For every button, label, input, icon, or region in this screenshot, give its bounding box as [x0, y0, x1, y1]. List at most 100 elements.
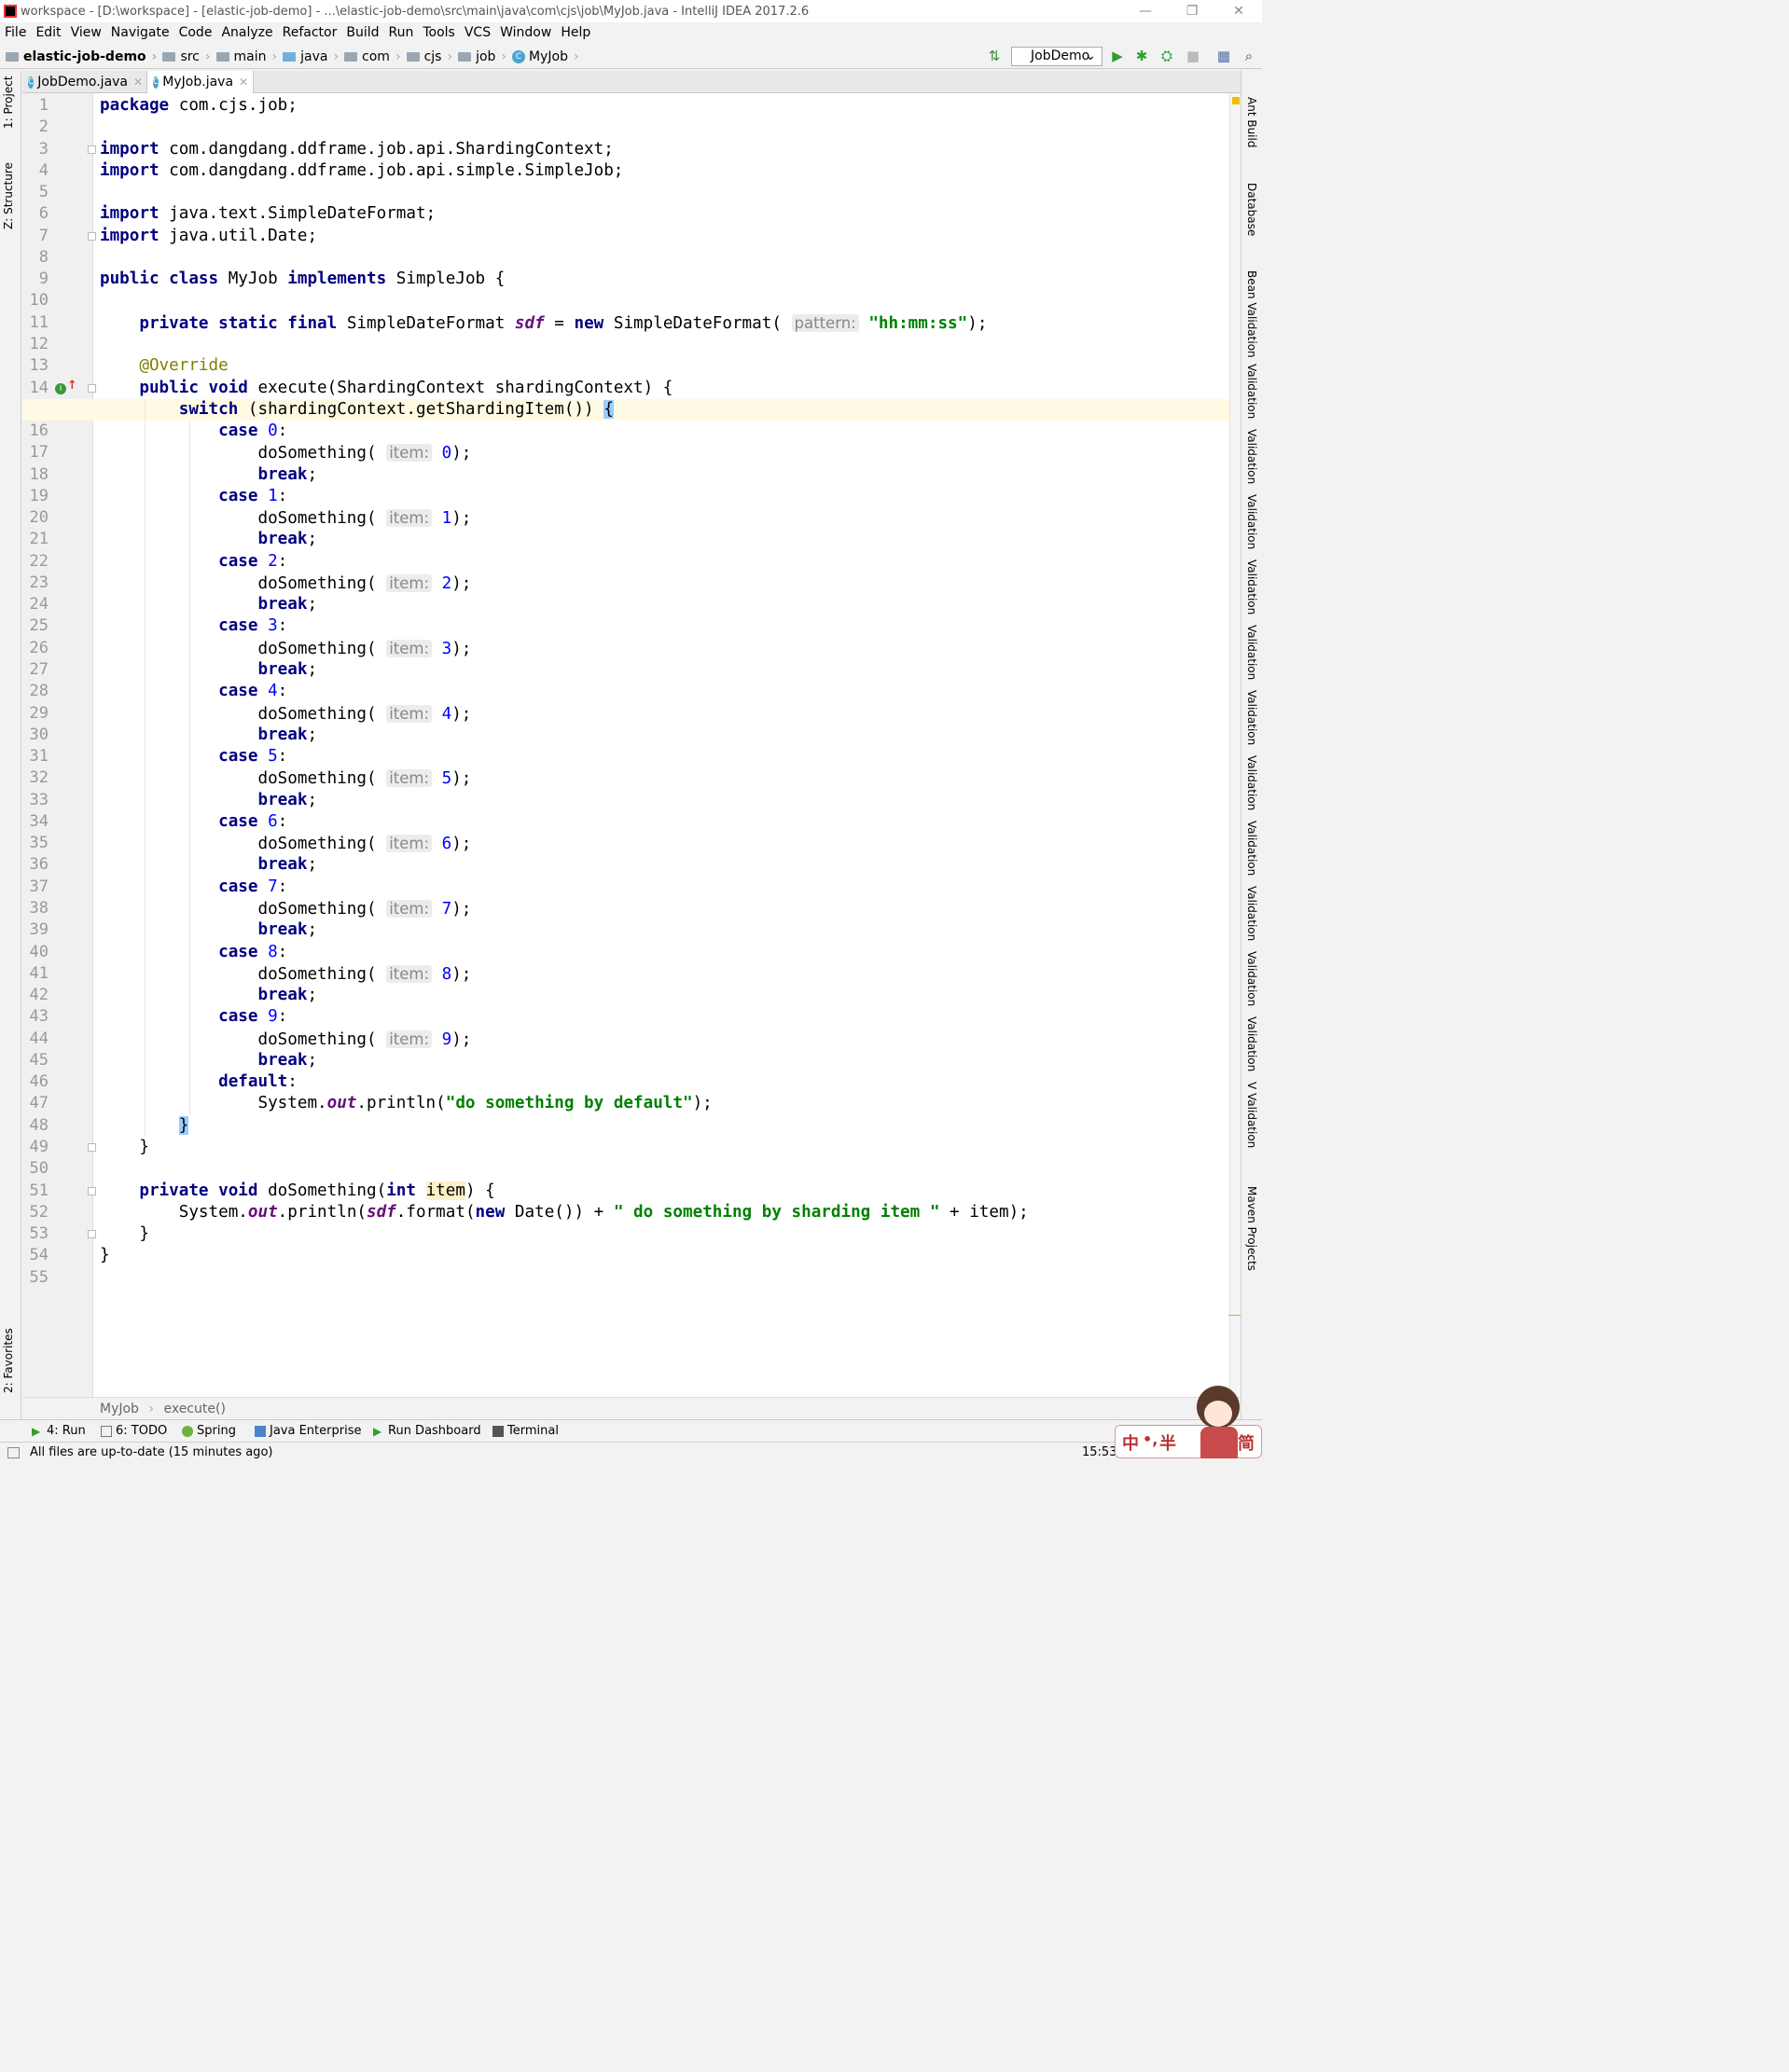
tab-validation-3[interactable]: Validation	[1245, 494, 1258, 549]
tab-validation-2[interactable]: Validation	[1245, 429, 1258, 484]
warning-marker-icon[interactable]	[1232, 97, 1240, 104]
code-line[interactable]: import java.text.SimpleDateFormat;	[100, 203, 436, 225]
code-line[interactable]: case 5:	[100, 746, 287, 767]
code-line[interactable]: private static final SimpleDateFormat sd…	[100, 312, 987, 334]
code-line[interactable]: break;	[100, 529, 317, 550]
code-line[interactable]: case 8:	[100, 942, 287, 963]
code-line[interactable]: doSomething( item: 8);	[100, 963, 471, 985]
code-line[interactable]: }	[100, 1137, 149, 1158]
code-line[interactable]: @Override	[100, 355, 228, 377]
code-line[interactable]: doSomething( item: 6);	[100, 833, 471, 854]
crumb-cjs[interactable]: cjs ›	[406, 49, 452, 64]
code-line[interactable]: private void doSomething(int item) {	[100, 1181, 495, 1202]
code-line[interactable]: System.out.println(sdf.format(new Date()…	[100, 1202, 1029, 1223]
code-line[interactable]: case 0:	[100, 421, 287, 442]
ime-widget[interactable]: 中 •, 半 简	[1115, 1384, 1262, 1462]
code-line[interactable]: break;	[100, 1050, 317, 1071]
tab-validation-7[interactable]: Validation	[1245, 755, 1258, 810]
tab-validation-11[interactable]: Validation	[1245, 1016, 1258, 1071]
run-icon[interactable]: ▶	[1110, 48, 1125, 63]
menu-analyze[interactable]: Analyze	[221, 25, 272, 40]
code-line[interactable]: break;	[100, 790, 317, 811]
crumb-project[interactable]: elastic-job-demo ›	[6, 49, 157, 64]
code-area[interactable]: package com.cjs.job; import com.dangdang.…	[22, 93, 1241, 1397]
code-line[interactable]: import java.util.Date;	[100, 226, 317, 247]
code-line[interactable]: doSomething( item: 2);	[100, 573, 471, 594]
tab-validation-12[interactable]: V Validation	[1245, 1082, 1258, 1148]
sort-icon[interactable]: ⇅	[987, 48, 1002, 63]
tab-bean-validation[interactable]: Bean Validation	[1245, 270, 1258, 358]
code-line[interactable]: default:	[100, 1071, 298, 1093]
code-line[interactable]: doSomething( item: 4);	[100, 703, 471, 725]
menu-file[interactable]: File	[5, 25, 26, 40]
menu-help[interactable]: Help	[561, 25, 590, 40]
code-line[interactable]: break;	[100, 854, 317, 876]
menu-navigate[interactable]: Navigate	[111, 25, 170, 40]
code-line[interactable]: case 2:	[100, 551, 287, 573]
tab-structure[interactable]: Z: Structure	[2, 162, 15, 229]
close-tab-icon[interactable]: ✕	[239, 76, 248, 89]
code-line[interactable]: }	[100, 1245, 110, 1266]
code-line[interactable]: doSomething( item: 1);	[100, 507, 471, 529]
tab-validation-1[interactable]: Validation	[1245, 364, 1258, 419]
menu-window[interactable]: Window	[500, 25, 551, 40]
restore-button[interactable]: ❐	[1169, 0, 1215, 22]
code-line[interactable]: case 4:	[100, 681, 287, 702]
tool-run[interactable]: ▶ 4: Run	[32, 1424, 86, 1438]
code-line[interactable]: doSomething( item: 5);	[100, 767, 471, 789]
code-line[interactable]: case 1:	[100, 486, 287, 507]
run-config-select[interactable]: JobDemo ⌄	[1011, 47, 1103, 66]
tab-validation-4[interactable]: Validation	[1245, 559, 1258, 615]
code-line[interactable]: case 6:	[100, 811, 287, 833]
close-button[interactable]: ✕	[1215, 0, 1262, 22]
tab-ant-build[interactable]: Ant Build	[1245, 97, 1258, 147]
code-line[interactable]: package com.cjs.job;	[100, 95, 298, 117]
code-line[interactable]: public void execute(ShardingContext shar…	[100, 378, 673, 399]
tool-terminal[interactable]: Terminal	[492, 1424, 559, 1438]
tool-run-dashboard[interactable]: ▶ Run Dashboard	[373, 1424, 481, 1438]
code-line[interactable]: doSomething( item: 9);	[100, 1029, 471, 1050]
code-line[interactable]: public class MyJob implements SimpleJob …	[100, 269, 505, 290]
menu-tools[interactable]: Tools	[423, 25, 455, 40]
menu-view[interactable]: View	[71, 25, 102, 40]
code-line[interactable]: break;	[100, 985, 317, 1006]
menu-vcs[interactable]: VCS	[465, 25, 491, 40]
code-line[interactable]: break;	[100, 594, 317, 615]
minimize-button[interactable]: —	[1122, 0, 1169, 22]
code-line[interactable]: case 7:	[100, 877, 287, 898]
tool-spring[interactable]: Spring	[182, 1424, 236, 1438]
search-icon[interactable]: ⌕	[1241, 48, 1256, 63]
ime-mode[interactable]: 中	[1122, 1430, 1139, 1455]
tool-java-enterprise[interactable]: Java Enterprise	[255, 1424, 361, 1438]
crumb-method[interactable]: execute()	[163, 1402, 225, 1416]
crumb-myjob[interactable]: C MyJob ›	[512, 49, 579, 64]
code-line[interactable]: doSomething( item: 7);	[100, 898, 471, 919]
code-editor[interactable]: 1234567891011121314151617181920212223242…	[22, 93, 1241, 1397]
ime-punct[interactable]: •,	[1143, 1430, 1158, 1448]
tab-project[interactable]: 1: Project	[2, 76, 15, 129]
menu-run[interactable]: Run	[389, 25, 414, 40]
stop-icon[interactable]: ■	[1186, 48, 1200, 63]
crumb-main[interactable]: main ›	[215, 49, 277, 64]
crumb-java[interactable]: java ›	[283, 49, 339, 64]
code-line[interactable]: }	[100, 1223, 149, 1245]
tool-todo[interactable]: 6: TODO	[101, 1424, 167, 1438]
code-line[interactable]: case 9:	[100, 1006, 287, 1028]
code-line[interactable]: }	[100, 1115, 189, 1137]
code-line[interactable]: case 3:	[100, 615, 287, 637]
crumb-class[interactable]: MyJob	[100, 1402, 139, 1416]
menu-code[interactable]: Code	[179, 25, 213, 40]
crumb-job[interactable]: job ›	[458, 49, 506, 64]
tab-database[interactable]: Database	[1245, 183, 1258, 236]
code-line[interactable]: switch (shardingContext.getShardingItem(…	[100, 399, 614, 421]
error-stripe[interactable]	[1228, 93, 1241, 1397]
debug-icon[interactable]: ✱	[1134, 48, 1149, 63]
menu-refactor[interactable]: Refactor	[283, 25, 338, 40]
crumb-src[interactable]: src ›	[162, 49, 211, 64]
code-line[interactable]: import com.dangdang.ddframe.job.api.Shar…	[100, 139, 614, 160]
tab-validation-6[interactable]: Validation	[1245, 690, 1258, 745]
tab-validation-9[interactable]: Validation	[1245, 886, 1258, 941]
code-line[interactable]: break;	[100, 464, 317, 486]
tab-myjob[interactable]: C MyJob.java ✕	[146, 71, 254, 93]
code-line[interactable]: import com.dangdang.ddframe.job.api.simp…	[100, 160, 623, 182]
